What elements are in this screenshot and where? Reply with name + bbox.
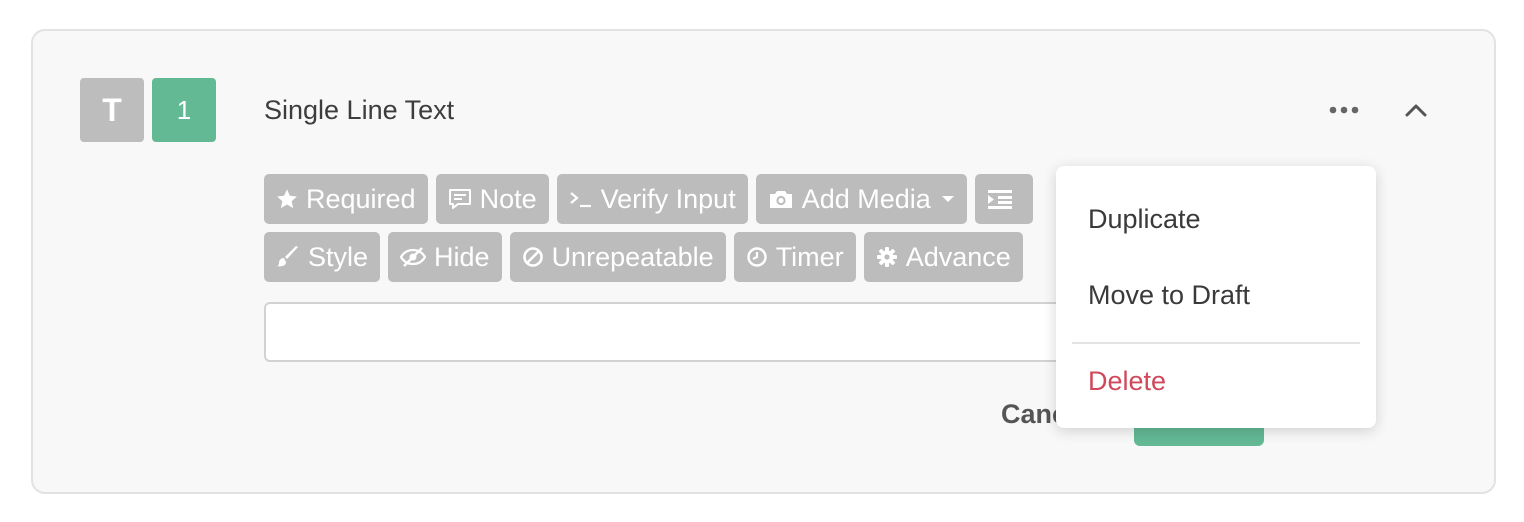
hide-label: Hide [434,241,490,272]
ban-icon [522,247,543,267]
advance-label: Advance [905,241,1011,272]
style-label: Style [308,241,369,272]
style-button[interactable]: Style [264,232,381,282]
note-button[interactable]: Note [435,174,549,224]
menu-divider [1072,342,1360,344]
caret-down-icon [941,196,954,202]
comment-icon [448,189,471,209]
duplicate-menu-item[interactable]: Duplicate [1088,202,1201,236]
required-button[interactable]: Required [264,174,428,224]
ellipsis-icon [1329,106,1359,114]
add-media-button[interactable]: Add Media [755,174,967,224]
indent-button[interactable] [974,174,1033,224]
move-to-draft-menu-item[interactable]: Move to Draft [1088,278,1250,312]
answer-input[interactable] [264,302,1144,362]
required-label: Required [306,183,416,214]
more-options-menu: Duplicate Move to Draft Delete [1056,166,1376,428]
timer-button[interactable]: Timer [733,232,856,282]
clock-icon [746,247,767,267]
note-label: Note [479,183,537,214]
field-type-badge: T [80,78,144,142]
option-toolbar-row-1: Required Note Verify Input Add Media [264,174,1033,224]
advance-button[interactable]: Advance [863,232,1023,282]
option-toolbar-row-2: Style Hide Unrepeatable Timer Advance [264,232,1023,282]
timer-label: Timer [775,241,844,272]
collapse-button[interactable] [1398,92,1434,128]
camera-icon [769,191,792,208]
delete-menu-item[interactable]: Delete [1088,364,1166,398]
star-icon [277,189,297,209]
gear-icon [876,247,897,267]
add-media-label: Add Media [801,183,931,214]
unrepeatable-button[interactable]: Unrepeatable [509,232,726,282]
unrepeatable-label: Unrepeatable [551,241,714,272]
terminal-icon [569,192,591,208]
indent-icon [987,190,1012,209]
verify-input-button[interactable]: Verify Input [556,174,748,224]
field-number-badge: 1 [152,78,216,142]
field-title[interactable]: Single Line Text [264,93,454,127]
verify-input-label: Verify Input [600,183,736,214]
hide-button[interactable]: Hide [388,232,502,282]
more-options-button[interactable] [1322,95,1366,125]
brush-icon [277,246,298,267]
eye-slash-icon [400,247,427,267]
chevron-up-icon [1405,104,1427,117]
